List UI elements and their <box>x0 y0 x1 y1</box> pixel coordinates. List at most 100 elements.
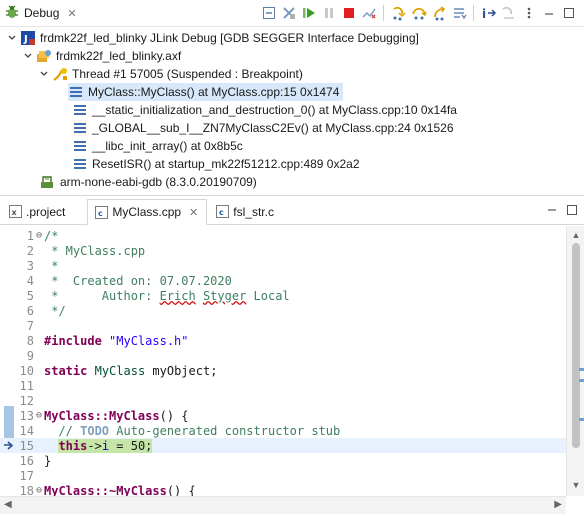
debug-bug-icon <box>4 4 20 23</box>
code-line[interactable]: 11 <box>0 378 566 393</box>
drop-to-frame-icon[interactable] <box>449 4 468 23</box>
code-token: */ <box>44 303 66 318</box>
line-number: 5 <box>26 288 34 303</box>
tree-item-label: frdmk22f_led_blinky JLink Debug [GDB SEG… <box>40 31 419 45</box>
code-line[interactable]: 2 * MyClass.cpp <box>0 243 566 258</box>
code-line[interactable]: 13 ⊖ MyClass::MyClass() { <box>0 408 566 423</box>
code-line[interactable]: 5 * Author: Erich Styger Local <box>0 288 566 303</box>
code-line[interactable]: 4 * Created on: 07.07.2020 <box>0 273 566 288</box>
line-number: 12 <box>19 393 34 408</box>
tree-item-label: Thread #1 57005 (Suspended : Breakpoint) <box>72 67 303 81</box>
code-text: static MyClass myObject; <box>42 364 217 378</box>
tab-project[interactable]: x .project <box>2 199 73 224</box>
overview-marker[interactable] <box>579 379 584 382</box>
code-token: i <box>101 438 110 453</box>
step-into-icon[interactable] <box>389 4 408 23</box>
tree-item-stack-frame[interactable]: _GLOBAL__sub_I__ZN7MyClassC2Ev() at MyCl… <box>72 119 454 137</box>
close-icon[interactable]: ✕ <box>67 7 76 20</box>
code-line[interactable]: 3 * <box>0 258 566 273</box>
code-line[interactable]: 17 <box>0 468 566 483</box>
vertical-scrollbar[interactable]: ▲ ▼ <box>566 226 584 496</box>
code-line[interactable]: 12 <box>0 393 566 408</box>
resume-icon[interactable] <box>299 4 318 23</box>
code-token: MyClass::~MyClass <box>44 483 167 497</box>
code-token: Auto-generated constructor stub <box>109 423 341 438</box>
overview-marker[interactable] <box>579 418 584 421</box>
cpp-file-icon: c <box>94 205 108 219</box>
code-token: TODO <box>80 423 110 438</box>
debug-view-toolbar: Debug ✕ i <box>0 0 584 27</box>
line-number: 3 <box>26 258 34 273</box>
tree-item-label: frdmk22f_led_blinky.axf <box>56 49 182 63</box>
code-text: // TODO Auto-generated constructor stub <box>42 424 340 438</box>
collapse-all-icon[interactable] <box>259 4 278 23</box>
chevron-down-icon[interactable] <box>38 68 50 80</box>
tab-label: .project <box>26 204 66 219</box>
tab-fsl-str-c[interactable]: c fsl_str.c <box>209 199 282 224</box>
tree-item-stack-frame[interactable]: __static_initialization_and_destruction_… <box>72 101 457 119</box>
step-over-icon[interactable] <box>409 4 428 23</box>
view-menu-icon[interactable] <box>519 4 538 23</box>
tree-item-gdb[interactable]: arm-none-eabi-gdb (8.3.0.20190709) <box>40 173 257 191</box>
stack-frame-icon <box>72 138 88 154</box>
code-text: * <box>42 259 58 273</box>
stack-frame-icon <box>72 102 88 118</box>
code-line[interactable]: 1 ⊖/* <box>0 228 566 243</box>
disconnect-icon[interactable] <box>359 4 378 23</box>
tree-item-launch[interactable]: J frdmk22f_led_blinky JLink Debug [GDB S… <box>6 29 419 47</box>
chevron-down-icon[interactable] <box>22 50 34 62</box>
instruction-stepping-icon[interactable]: i <box>479 4 498 23</box>
code-line[interactable]: 6 */ <box>0 303 566 318</box>
tree-item-process[interactable]: frdmk22f_led_blinky.axf <box>22 47 181 65</box>
line-number: 11 <box>19 378 34 393</box>
scroll-left-icon[interactable]: ◀ <box>4 499 12 510</box>
step-return-icon[interactable] <box>429 4 448 23</box>
scroll-down-icon[interactable]: ▼ <box>567 478 584 492</box>
maximize-icon[interactable] <box>566 202 578 219</box>
terminate-icon[interactable] <box>339 4 358 23</box>
code-line[interactable]: 14 // TODO Auto-generated constructor st… <box>0 423 566 438</box>
scroll-right-icon[interactable]: ▶ <box>554 499 562 510</box>
code-line[interactable]: 10 static MyClass myObject; <box>0 363 566 378</box>
horizontal-scrollbar[interactable]: ◀ ▶ <box>0 496 566 514</box>
code-token: -> <box>87 438 102 453</box>
code-text: /* <box>42 229 58 243</box>
svg-text:x: x <box>11 208 17 217</box>
code-line[interactable]: 8 #include "MyClass.h" <box>0 333 566 348</box>
line-number: 13 <box>19 408 34 423</box>
tree-item-label: __static_initialization_and_destruction_… <box>92 103 457 117</box>
code-text: * Created on: 07.07.2020 <box>42 274 232 288</box>
code-token: * <box>44 258 59 273</box>
code-line[interactable]: 9 <box>0 348 566 363</box>
code-text: } <box>42 454 51 468</box>
tree-item-thread[interactable]: Thread #1 57005 (Suspended : Breakpoint) <box>38 65 303 83</box>
maximize-icon[interactable] <box>559 4 578 23</box>
code-editor[interactable]: 1 ⊖/* 2 * MyClass.cpp 3 * 4 * Created on: 07… <box>0 226 566 496</box>
code-line[interactable]: 18 ⊖ MyClass::~MyClass() { <box>0 483 566 497</box>
use-step-filters-icon[interactable] <box>499 4 518 23</box>
suspend-icon[interactable] <box>319 4 338 23</box>
tree-item-stack-frame[interactable]: ResetISR() at startup_mk22f51212.cpp:489… <box>72 155 360 173</box>
close-icon[interactable]: ✕ <box>189 206 198 219</box>
tree-item-stack-frame-selected[interactable]: MyClass::MyClass() at MyClass.cpp:15 0x1… <box>68 83 344 101</box>
overview-marker[interactable] <box>579 368 584 371</box>
chevron-down-icon[interactable] <box>6 32 18 44</box>
code-text: * Author: Erich Styger Local <box>42 289 289 303</box>
minimize-icon[interactable] <box>539 4 558 23</box>
tree-item-stack-frame[interactable]: __libc_init_array() at 0x8b5c <box>72 137 243 155</box>
remove-terminated-icon[interactable] <box>279 4 298 23</box>
code-line[interactable]: 7 <box>0 318 566 333</box>
code-line-current[interactable]: 15 this->i = 50; <box>0 438 566 453</box>
code-line[interactable]: 16} <box>0 453 566 468</box>
debug-view-tab[interactable]: Debug ✕ <box>0 0 83 27</box>
code-token: #include <box>44 333 102 348</box>
tab-myclass-cpp[interactable]: c MyClass.cpp ✕ <box>87 199 208 225</box>
line-number: 18 <box>19 483 34 497</box>
minimize-icon[interactable] <box>546 202 558 219</box>
gdb-process-icon <box>40 174 56 190</box>
code-token: = 50; <box>109 438 153 453</box>
code-token: } <box>44 453 52 468</box>
scroll-up-icon[interactable]: ▲ <box>567 228 584 242</box>
